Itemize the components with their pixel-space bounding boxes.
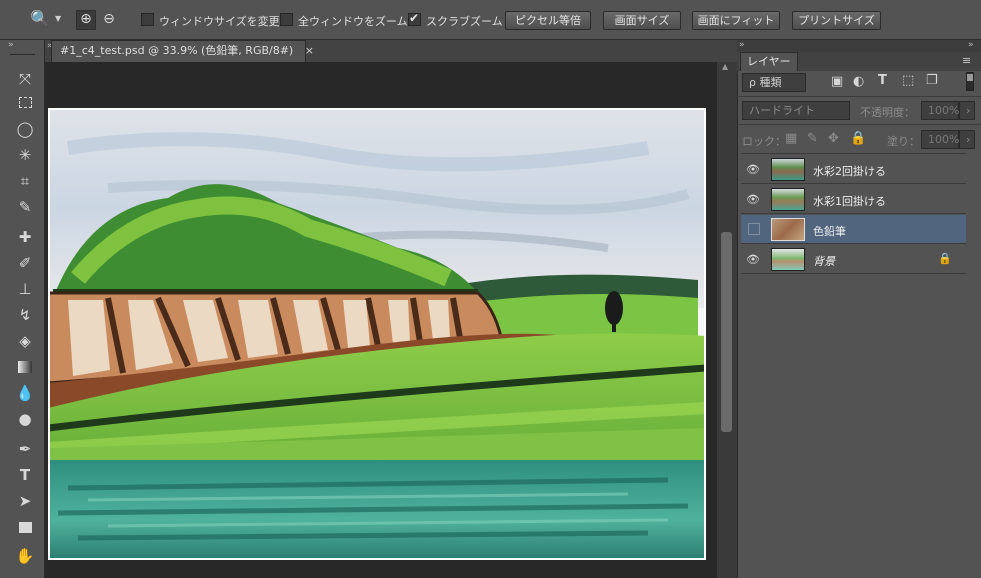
- tool-preset-dropdown-icon[interactable]: ▼: [55, 14, 61, 23]
- document-tab[interactable]: #1_c4_test.psd @ 33.9% (色鉛筆, RGB/8#) ×: [51, 40, 314, 62]
- layer-row[interactable]: 👁 水彩2回掛ける: [741, 155, 966, 184]
- crop-tool-icon[interactable]: ⌗: [14, 170, 36, 192]
- hand-tool-icon[interactable]: ✋: [14, 545, 36, 567]
- lock-all-icon[interactable]: 🔒: [850, 131, 866, 146]
- shape-filter-icon[interactable]: ⬚: [902, 73, 914, 88]
- layer-thumbnail: [771, 248, 805, 271]
- path-selection-tool-icon[interactable]: ➤: [14, 490, 36, 512]
- eye-icon[interactable]: 👁: [745, 253, 761, 266]
- brush-tool-icon[interactable]: ✐: [14, 252, 36, 274]
- tab-layers[interactable]: レイヤー: [740, 52, 798, 71]
- layer-thumbnail: [771, 188, 805, 211]
- eye-icon[interactable]: 👁: [745, 163, 761, 176]
- blend-mode-select[interactable]: ハードライト: [742, 101, 850, 120]
- layer-name[interactable]: 水彩2回掛ける: [813, 163, 886, 179]
- actual-pixels-button[interactable]: ピクセル等倍: [505, 11, 591, 30]
- panel-dock-header: [737, 40, 981, 52]
- zoom-out-button[interactable]: ⊖: [99, 10, 119, 30]
- zoom-all-windows-label: 全ウィンドウをズーム: [298, 15, 408, 28]
- opacity-input[interactable]: 100%: [921, 101, 959, 120]
- type-tool-icon[interactable]: T: [14, 464, 36, 486]
- document-tab-title: #1_c4_test.psd @ 33.9% (色鉛筆, RGB/8#): [60, 44, 294, 57]
- layer-row[interactable]: 色鉛筆: [741, 215, 966, 244]
- lock-label: ロック：: [742, 135, 786, 148]
- lasso-tool-icon[interactable]: ◯: [14, 118, 36, 140]
- opacity-slider-toggle[interactable]: ›: [959, 101, 975, 120]
- canvas-image: [48, 108, 706, 560]
- layer-filter-kind-select[interactable]: ρ 種類: [742, 73, 806, 92]
- lock-position-icon[interactable]: ✥: [828, 131, 839, 146]
- lock-transparent-icon[interactable]: ▦: [785, 131, 797, 146]
- adjustment-filter-icon[interactable]: ◐: [853, 74, 864, 89]
- resize-windows-label: ウィンドウサイズを変更: [159, 15, 280, 28]
- zoom-in-button[interactable]: ⊕: [76, 10, 96, 30]
- layer-name[interactable]: 色鉛筆: [813, 223, 846, 239]
- fill-screen-button[interactable]: 画面にフィット: [692, 11, 780, 30]
- type-filter-icon[interactable]: T: [878, 73, 887, 88]
- fill-label: 塗り：: [887, 135, 920, 148]
- image-filter-icon[interactable]: ▣: [831, 74, 843, 89]
- visibility-box[interactable]: [748, 223, 760, 235]
- healing-brush-tool-icon[interactable]: ✚: [14, 226, 36, 248]
- fill-slider-toggle[interactable]: ›: [959, 130, 975, 149]
- scroll-up-arrow-icon[interactable]: ▲: [722, 62, 728, 71]
- layer-row[interactable]: 👁 水彩1回掛ける: [741, 185, 966, 214]
- collapse-arrows-icon[interactable]: »: [8, 40, 14, 50]
- move-tool-icon[interactable]: ⤧: [14, 68, 36, 90]
- layer-name[interactable]: 背景: [813, 253, 835, 269]
- scrubby-zoom-checkbox[interactable]: [408, 11, 421, 26]
- resize-windows-checkbox[interactable]: [141, 13, 154, 26]
- magic-wand-tool-icon[interactable]: ✳: [14, 144, 36, 166]
- panel-expand-icon[interactable]: »: [739, 40, 745, 50]
- filter-toggle-switch[interactable]: [966, 72, 974, 91]
- eraser-tool-icon[interactable]: ◈: [14, 330, 36, 352]
- rectangle-tool-icon[interactable]: [14, 516, 36, 538]
- zoom-tool-icon[interactable]: 🔍: [30, 9, 50, 28]
- history-brush-tool-icon[interactable]: ↯: [14, 304, 36, 326]
- layer-thumbnail: [771, 218, 805, 241]
- lock-icon: 🔒: [938, 252, 952, 265]
- panel-collapse-icon[interactable]: »: [968, 40, 974, 50]
- close-icon[interactable]: ×: [305, 44, 314, 57]
- marquee-tool-icon[interactable]: [14, 92, 36, 114]
- fit-screen-button[interactable]: 画面サイズ: [603, 11, 681, 30]
- gradient-tool-icon[interactable]: [14, 356, 36, 378]
- tools-panel: » ⤧ ◯ ✳ ⌗ ✎ ✚ ✐ ⊥ ↯ ◈ 💧 ● ✒ T ➤ ✋: [0, 40, 45, 578]
- layer-thumbnail: [771, 158, 805, 181]
- eyedropper-tool-icon[interactable]: ✎: [14, 196, 36, 218]
- panel-menu-icon[interactable]: ≡: [962, 54, 971, 67]
- pen-tool-icon[interactable]: ✒: [14, 438, 36, 460]
- zoom-all-windows-checkbox[interactable]: [280, 13, 293, 26]
- layer-row[interactable]: 👁 背景 🔒: [741, 245, 966, 274]
- options-bar: 🔍 ▼ ⊕ ⊖ ウィンドウサイズを変更 全ウィンドウをズーム スクラブズーム ピ…: [0, 0, 981, 40]
- scrubby-zoom-label: スクラブズーム: [426, 15, 503, 28]
- opacity-label: 不透明度：: [860, 106, 915, 119]
- print-size-button[interactable]: プリントサイズ: [792, 11, 881, 30]
- stamp-tool-icon[interactable]: ⊥: [14, 278, 36, 300]
- layers-panel: [737, 40, 981, 578]
- fill-input[interactable]: 100%: [921, 130, 959, 149]
- blur-tool-icon[interactable]: 💧: [14, 382, 36, 404]
- smart-object-filter-icon[interactable]: ❐: [926, 73, 938, 88]
- scrollbar-thumb[interactable]: [721, 232, 732, 432]
- layer-name[interactable]: 水彩1回掛ける: [813, 193, 886, 209]
- dodge-tool-icon[interactable]: ●: [14, 408, 36, 430]
- eye-icon[interactable]: 👁: [745, 193, 761, 206]
- lock-pixels-icon[interactable]: ✎: [807, 131, 818, 146]
